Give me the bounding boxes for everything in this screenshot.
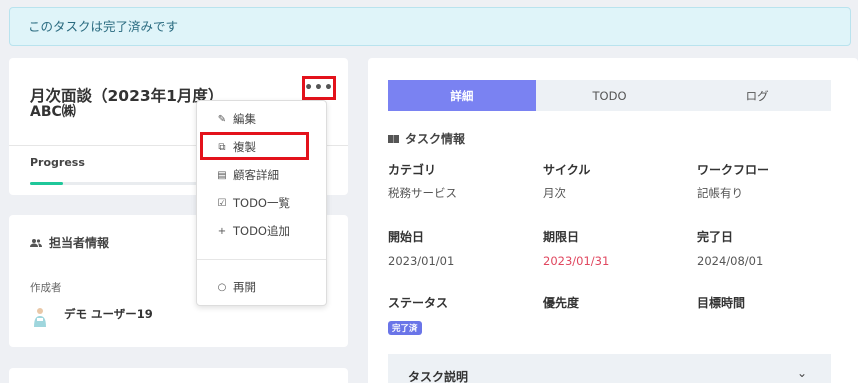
creator-name: デモ ユーザー19 — [64, 307, 153, 321]
task-info-heading: タスク情報 — [388, 130, 465, 147]
field-value-start-date: 2023/01/01 — [388, 254, 455, 268]
task-completed-alert: このタスクは完了済みです — [9, 7, 851, 46]
users-icon — [30, 238, 42, 247]
pencil-icon: ✎ — [217, 113, 227, 125]
menu-item-todo-list[interactable]: ☑ TODO一覧 — [197, 191, 326, 215]
progress-label: Progress — [30, 156, 85, 169]
chevron-down-icon: ⌄ — [797, 366, 808, 380]
task-description-accordion[interactable]: タスク説明 ⌄ — [388, 354, 831, 383]
field-value-cycle: 月次 — [543, 186, 566, 200]
field-label-category: カテゴリ — [388, 163, 437, 177]
document-icon: ▤ — [217, 169, 227, 181]
assignee-section-title: 担当者情報 — [30, 234, 109, 251]
field-label-start-date: 開始日 — [388, 230, 425, 244]
field-label-target-time: 目標時間 — [697, 296, 746, 310]
field-label-workflow: ワークフロー — [697, 163, 770, 177]
tab-todo[interactable]: TODO — [536, 80, 684, 111]
field-label-status: ステータス — [388, 296, 449, 310]
menu-item-resume[interactable]: ○ 再開 — [197, 275, 326, 299]
tab-details[interactable]: 詳細 — [388, 80, 536, 111]
alert-text: このタスクは完了済みです — [28, 19, 179, 34]
task-description-title: タスク説明 — [408, 370, 469, 383]
circle-icon: ○ — [217, 281, 227, 293]
checkbox-icon: ☑ — [217, 197, 227, 209]
field-value-completed-date: 2024/08/01 — [697, 254, 764, 268]
copy-icon: ⧉ — [218, 141, 226, 153]
field-label-completed-date: 完了日 — [697, 230, 734, 244]
tab-log[interactable]: ログ — [683, 80, 831, 111]
detail-tabs: 詳細 TODO ログ — [388, 80, 831, 111]
field-label-cycle: サイクル — [543, 163, 591, 177]
left-bottom-card — [9, 368, 348, 383]
creator-label: 作成者 — [30, 282, 62, 294]
plus-icon: + — [217, 225, 227, 237]
avatar — [34, 308, 46, 327]
book-icon — [388, 134, 399, 143]
menu-item-edit[interactable]: ✎ 編集 — [197, 107, 326, 131]
field-value-workflow: 記帳有り — [697, 186, 743, 200]
menu-item-client-details[interactable]: ▤ 顧客詳細 — [197, 163, 326, 187]
status-badge: 完了済 — [388, 321, 422, 335]
menu-item-add-todo[interactable]: + TODO追加 — [197, 219, 326, 243]
menu-item-duplicate[interactable]: ⧉ 複製 — [197, 135, 326, 159]
task-detail-card: 詳細 TODO ログ タスク情報 カテゴリ 税務サービス サイクル 月次 ワーク… — [368, 58, 858, 383]
task-client-name: ABC㈱ — [30, 104, 76, 120]
field-value-category: 税務サービス — [388, 186, 457, 200]
field-label-due-date: 期限日 — [543, 230, 580, 244]
progress-fill — [30, 182, 63, 185]
menu-divider — [197, 259, 326, 260]
assignee-heading: 担当者情報 — [49, 236, 110, 250]
actions-dropdown-menu: ✎ 編集 ⧉ 複製 ▤ 顧客詳細 ☑ TODO一覧 + TODO追加 ○ 再開 — [196, 100, 327, 306]
more-actions-button[interactable]: ••• — [302, 76, 336, 100]
field-label-priority: 優先度 — [543, 296, 580, 310]
field-value-due-date: 2023/01/31 — [543, 254, 610, 268]
